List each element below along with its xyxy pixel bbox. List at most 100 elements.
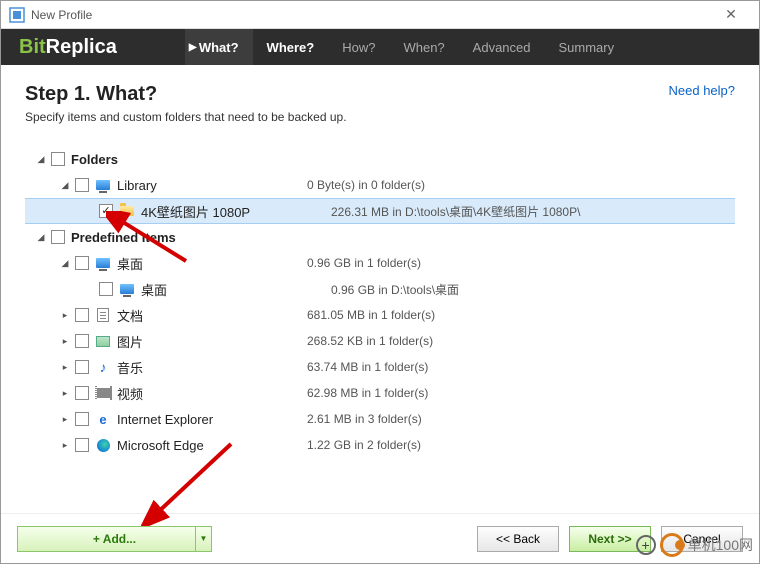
add-button-label: + Add... (93, 532, 136, 546)
item-info: 0.96 GB in 1 folder(s) (297, 256, 735, 270)
tree-item-ie[interactable]: ▸ e Internet Explorer 2.61 MB in 3 folde… (25, 406, 735, 432)
add-button[interactable]: + Add... ▼ (17, 526, 212, 552)
step-where[interactable]: Where? (253, 29, 329, 65)
checkbox-desktop[interactable] (75, 256, 89, 270)
ie-icon: e (95, 411, 111, 427)
tree-item-desktop-sub[interactable]: ▸ 桌面 0.96 GB in D:\tools\桌面 (25, 276, 735, 302)
app-icon (9, 7, 25, 23)
back-button[interactable]: << Back (477, 526, 559, 552)
help-link[interactable]: Need help? (669, 83, 736, 98)
chevron-right-icon[interactable]: ▸ (59, 310, 71, 321)
page-title: Step 1. What? (25, 83, 347, 106)
header-row: Step 1. What? Specify items and custom f… (25, 83, 735, 124)
titlebar: New Profile ✕ (1, 1, 759, 29)
item-label: 图片 (117, 332, 297, 351)
chevron-right-icon[interactable]: ▸ (59, 414, 71, 425)
item-info: 268.52 KB in 1 folder(s) (297, 334, 735, 348)
tree-group-folders[interactable]: ◢ Folders (25, 146, 735, 172)
chevron-down-icon[interactable]: ◢ (35, 154, 47, 165)
checkbox-wallpaper[interactable] (99, 204, 113, 218)
item-label: 文档 (117, 306, 297, 325)
step-when-label: When? (403, 40, 444, 55)
step-advanced-label: Advanced (473, 40, 531, 55)
tree-group-predefined[interactable]: ◢ Predefined Items (25, 224, 735, 250)
checkbox-docs[interactable] (75, 308, 89, 322)
step-how[interactable]: How? (328, 29, 389, 65)
folder-tree: ◢ Folders ◢ Library 0 Byte(s) in 0 folde… (25, 146, 735, 458)
item-label: Microsoft Edge (117, 438, 297, 453)
wizard-steps: ▶What? Where? How? When? Advanced Summar… (185, 29, 628, 65)
item-info: 0 Byte(s) in 0 folder(s) (297, 178, 735, 192)
chevron-right-icon[interactable]: ▸ (59, 336, 71, 347)
group-label: Predefined Items (71, 230, 251, 245)
logo-rep: Replica (46, 36, 117, 59)
item-label: 桌面 (117, 254, 297, 273)
item-info: 63.74 MB in 1 folder(s) (297, 360, 735, 374)
checkbox-desktop-sub[interactable] (99, 282, 113, 296)
music-icon: ♪ (95, 359, 111, 375)
watermark-plus-icon: + (636, 535, 656, 555)
item-info: 1.22 GB in 2 folder(s) (297, 438, 735, 452)
logo-bit: Bit (19, 36, 46, 59)
document-icon (95, 307, 111, 323)
chevron-down-icon[interactable]: ◢ (59, 258, 71, 269)
item-label: Library (117, 178, 297, 193)
tree-item-docs[interactable]: ▸ 文档 681.05 MB in 1 folder(s) (25, 302, 735, 328)
tree-item-desktop[interactable]: ◢ 桌面 0.96 GB in 1 folder(s) (25, 250, 735, 276)
tree-item-wallpaper[interactable]: ▸ 4K壁纸图片 1080P 226.31 MB in D:\tools\桌面\… (25, 198, 735, 224)
checkbox-library[interactable] (75, 178, 89, 192)
monitor-icon (95, 255, 111, 271)
window-title: New Profile (31, 8, 711, 22)
content: Step 1. What? Specify items and custom f… (1, 65, 759, 513)
checkbox-pics[interactable] (75, 334, 89, 348)
monitor-icon (95, 177, 111, 193)
tree-item-music[interactable]: ▸ ♪ 音乐 63.74 MB in 1 folder(s) (25, 354, 735, 380)
checkbox-folders[interactable] (51, 152, 65, 166)
item-info: 2.61 MB in 3 folder(s) (297, 412, 735, 426)
brand-logo: BitReplica (1, 29, 135, 65)
monitor-icon (119, 281, 135, 297)
video-icon (95, 385, 111, 401)
watermark-logo-icon (660, 533, 684, 557)
item-label: 音乐 (117, 358, 297, 377)
close-icon[interactable]: ✕ (711, 6, 751, 23)
wizard-navbar: BitReplica ▶What? Where? How? When? Adva… (1, 29, 759, 65)
chevron-right-icon[interactable]: ▸ (59, 362, 71, 373)
item-info: 226.31 MB in D:\tools\桌面\4K壁纸图片 1080P\ (321, 203, 735, 220)
step-indicator-icon: ▶ (189, 42, 197, 53)
step-where-label: Where? (267, 40, 315, 55)
item-label: 桌面 (141, 280, 321, 299)
item-label: 视频 (117, 384, 297, 403)
folder-icon (119, 203, 135, 219)
picture-icon (95, 333, 111, 349)
item-info: 62.98 MB in 1 folder(s) (297, 386, 735, 400)
item-info: 681.05 MB in 1 folder(s) (297, 308, 735, 322)
step-summary-label: Summary (559, 40, 615, 55)
tree-item-library[interactable]: ◢ Library 0 Byte(s) in 0 folder(s) (25, 172, 735, 198)
item-info: 0.96 GB in D:\tools\桌面 (321, 281, 735, 298)
step-what[interactable]: ▶What? (185, 29, 253, 65)
chevron-down-icon[interactable]: ◢ (59, 180, 71, 191)
step-what-label: What? (199, 40, 239, 55)
step-how-label: How? (342, 40, 375, 55)
step-advanced[interactable]: Advanced (459, 29, 545, 65)
watermark-text: 单机100网 (688, 535, 753, 555)
checkbox-predefined[interactable] (51, 230, 65, 244)
chevron-right-icon[interactable]: ▸ (59, 388, 71, 399)
chevron-down-icon[interactable]: ◢ (35, 232, 47, 243)
checkbox-ie[interactable] (75, 412, 89, 426)
page-description: Specify items and custom folders that ne… (25, 110, 347, 124)
tree-item-edge[interactable]: ▸ Microsoft Edge 1.22 GB in 2 folder(s) (25, 432, 735, 458)
edge-icon (95, 437, 111, 453)
tree-item-pics[interactable]: ▸ 图片 268.52 KB in 1 folder(s) (25, 328, 735, 354)
checkbox-music[interactable] (75, 360, 89, 374)
item-label: Internet Explorer (117, 412, 297, 427)
step-when[interactable]: When? (389, 29, 458, 65)
add-dropdown-icon[interactable]: ▼ (195, 527, 211, 551)
checkbox-video[interactable] (75, 386, 89, 400)
item-label: 4K壁纸图片 1080P (141, 202, 321, 221)
tree-item-video[interactable]: ▸ 视频 62.98 MB in 1 folder(s) (25, 380, 735, 406)
checkbox-edge[interactable] (75, 438, 89, 452)
step-summary[interactable]: Summary (545, 29, 629, 65)
chevron-right-icon[interactable]: ▸ (59, 440, 71, 451)
